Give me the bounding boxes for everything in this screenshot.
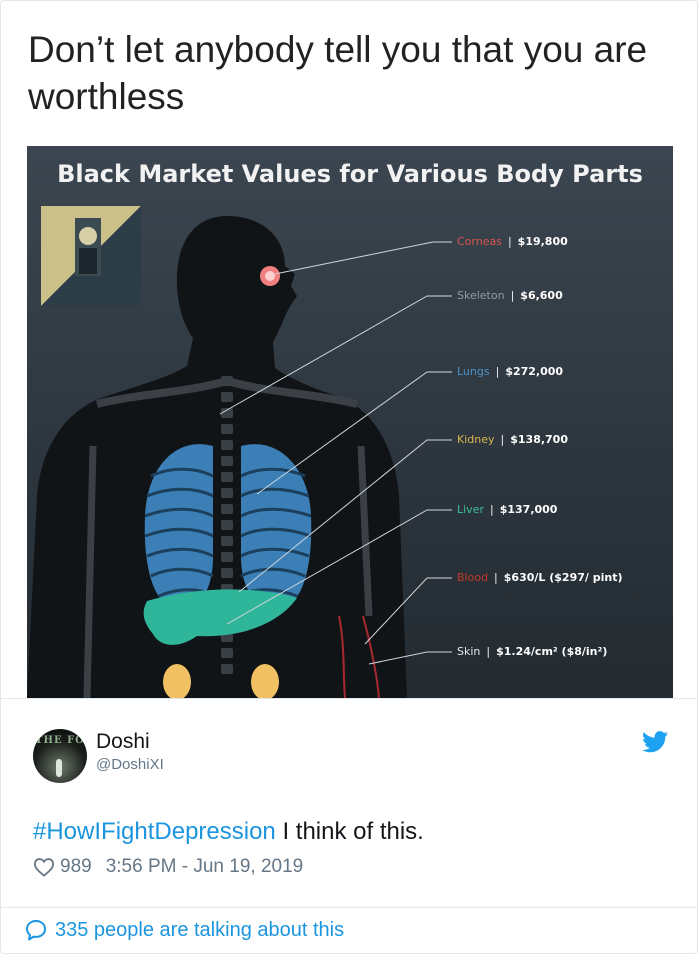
item-name: Blood (457, 571, 489, 584)
separator: | (486, 645, 491, 658)
item-name: Corneas (457, 235, 502, 248)
separator: | (495, 365, 500, 378)
separator: | (507, 235, 512, 248)
talking-count-text: 335 people are talking about this (55, 918, 345, 941)
separator: | (494, 571, 498, 584)
item-value: $630/L ($297/ pint) (503, 571, 623, 584)
label-corneas: Corneas | $19,800 (457, 235, 568, 248)
item-value: $138,700 (510, 433, 568, 446)
hashtag-link[interactable]: #HowIFightDepression (33, 818, 276, 845)
avatar-text: THE FO (35, 735, 85, 746)
item-value: $1.24/cm² ($8/in²) (496, 645, 608, 658)
speech-bubble-icon (26, 920, 46, 941)
label-blood: Blood | $630/L ($297/ pint) (457, 571, 623, 584)
item-name: Skin (457, 645, 481, 658)
avatar[interactable]: THE FO (33, 729, 87, 783)
avatar-figure (56, 759, 62, 777)
separator: | (510, 289, 515, 302)
item-value: $19,800 (517, 235, 568, 248)
infographic-image: Black Market Values for Various Body Par… (27, 146, 673, 698)
user-handle[interactable]: @DoshiXI (96, 756, 164, 773)
conversation-link[interactable]: 335 people are talking about this (24, 918, 344, 942)
separator: | (489, 503, 494, 516)
divider (1, 698, 697, 699)
separator: | (500, 433, 505, 446)
timestamp[interactable]: 3:56 PM - Jun 19, 2019 (106, 856, 304, 878)
item-name: Kidney (457, 433, 495, 446)
item-value: $272,000 (505, 365, 564, 378)
item-value: $6,600 (520, 289, 563, 302)
tweet-meta: 989 3:56 PM - Jun 19, 2019 (33, 856, 303, 878)
label-liver: Liver | $137,000 (457, 503, 557, 516)
label-skin: Skin | $1.24/cm² ($8/in²) (457, 645, 607, 658)
twitter-bird-icon[interactable] (642, 731, 668, 753)
display-name[interactable]: Doshi (96, 730, 150, 754)
item-value: $137,000 (499, 503, 558, 516)
item-name: Skeleton (457, 289, 505, 302)
label-kidney: Kidney | $138,700 (457, 433, 568, 446)
divider (1, 907, 697, 908)
heart-icon[interactable] (33, 857, 55, 877)
tweet-text: #HowIFightDepression I think of this. (33, 818, 424, 846)
meme-caption: Don’t let anybody tell you that you are … (28, 29, 648, 117)
label-lungs: Lungs | $272,000 (457, 365, 563, 378)
item-name: Liver (457, 503, 484, 516)
item-name: Lungs (457, 365, 490, 378)
like-count: 989 (60, 856, 92, 877)
tweet-body: I think of this. (275, 818, 424, 845)
forbes-logo-image (41, 206, 141, 306)
label-skeleton: Skeleton | $6,600 (457, 289, 563, 302)
